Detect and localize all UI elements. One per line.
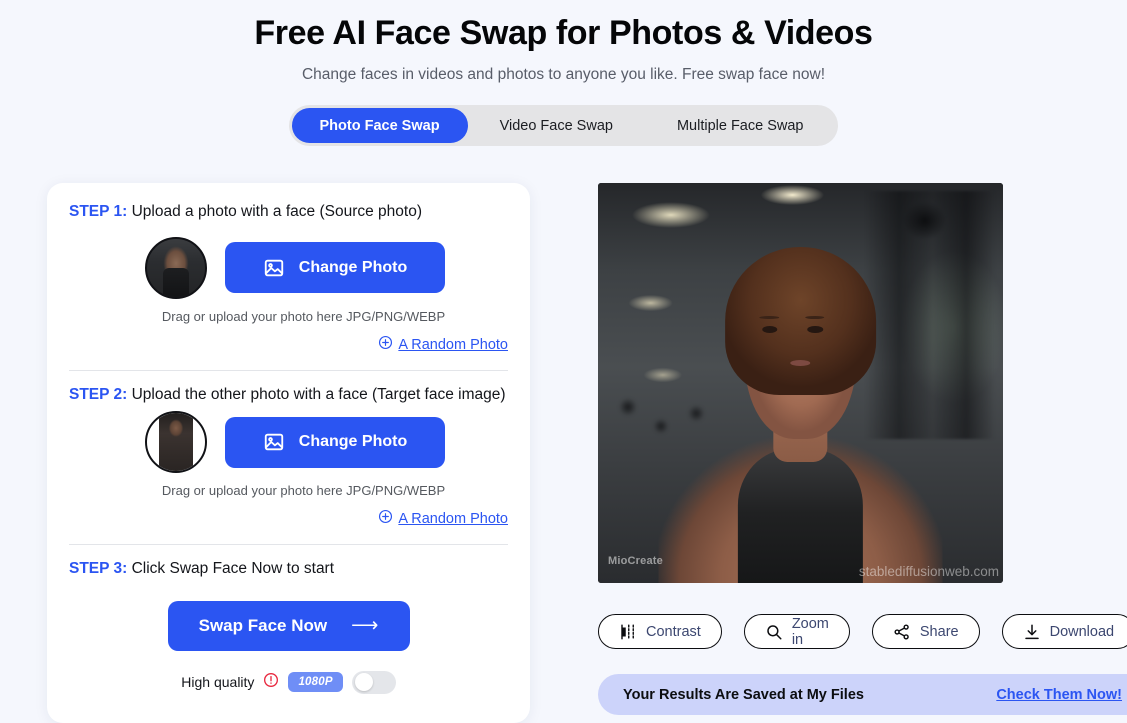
lips [790, 359, 811, 366]
steps-card: STEP 1: Upload a photo with a face (Sour… [47, 183, 530, 723]
step-3-text: Click Swap Face Now to start [127, 560, 335, 578]
person-figure [658, 247, 943, 583]
step-1-heading: STEP 1: Upload a photo with a face (Sour… [69, 202, 508, 223]
image-icon [263, 431, 285, 453]
main-content: STEP 1: Upload a photo with a face (Sour… [0, 183, 1127, 723]
face-swap-page: Free AI Face Swap for Photos & Videos Ch… [0, 0, 1127, 723]
plus-circle-icon [378, 509, 393, 529]
step-3-key: STEP 3: [69, 560, 128, 578]
results-saved-banner: Your Results Are Saved at My Files Check… [598, 674, 1127, 715]
step-2-key: STEP 2: [69, 385, 128, 403]
magnifier-icon [765, 623, 783, 641]
toggle-knob [354, 673, 373, 692]
contrast-label: Contrast [646, 623, 701, 640]
high-quality-label: High quality [181, 674, 255, 691]
high-quality-toggle[interactable] [351, 670, 396, 694]
left-column: STEP 1: Upload a photo with a face (Sour… [0, 183, 530, 723]
eye-right [807, 325, 823, 333]
step-2-random-photo-label: A Random Photo [398, 511, 508, 528]
change-source-photo-button[interactable]: Change Photo [225, 242, 445, 294]
change-source-photo-label: Change Photo [298, 258, 408, 276]
resolution-badge: 1080P [288, 672, 343, 693]
step-1-key: STEP 1: [69, 203, 128, 220]
divider-2 [69, 544, 508, 546]
zoom-in-button[interactable]: Zoom in [743, 614, 850, 649]
page-subtitle: Change faces in videos and photos to any… [301, 66, 826, 83]
eyebrow-right [804, 315, 825, 319]
tank-top [738, 448, 863, 583]
watermark-miocreate: MioCreate [608, 555, 663, 567]
step-1-hint: Drag or upload your photo here JPG/PNG/W… [161, 308, 446, 324]
divider-1 [69, 369, 508, 371]
warning-circle-icon[interactable] [263, 672, 279, 693]
tab-multiple-face-swap[interactable]: Multiple Face Swap [645, 108, 836, 143]
download-button[interactable]: Download [1001, 614, 1127, 649]
eyebrow-left [759, 315, 780, 319]
step-2-text: Upload the other photo with a face (Targ… [127, 385, 506, 403]
result-preview-image[interactable]: MioCreate stablediffusionweb.com [598, 183, 1003, 583]
swap-face-now-button[interactable]: Swap Face Now ⟶ [167, 600, 410, 651]
image-icon [263, 257, 285, 279]
step-2-heading: STEP 2: Upload the other photo with a fa… [69, 385, 508, 406]
share-label: Share [919, 623, 959, 640]
check-them-now-link[interactable]: Check Them Now! [996, 687, 1122, 703]
tab-video-face-swap[interactable]: Video Face Swap [468, 108, 645, 143]
step-1-text: Upload a photo with a face (Source photo… [127, 203, 422, 220]
contrast-icon [619, 623, 637, 641]
hair [725, 247, 876, 395]
results-saved-text: Your Results Are Saved at My Files [623, 686, 864, 703]
tab-bar: Photo Face Swap Video Face Swap Multiple… [288, 105, 839, 146]
target-photo-thumbnail[interactable] [145, 411, 207, 474]
change-target-photo-button[interactable]: Change Photo [225, 416, 445, 468]
share-icon [893, 623, 911, 641]
swap-face-now-label: Swap Face Now [198, 615, 328, 635]
swap-button-wrapper: Swap Face Now ⟶ [69, 600, 508, 651]
source-photo-thumbnail[interactable] [145, 236, 207, 299]
change-target-photo-label: Change Photo [298, 433, 408, 451]
download-label: Download [1049, 623, 1115, 640]
share-button[interactable]: Share [871, 614, 980, 649]
right-column: MioCreate stablediffusionweb.com Contras… [530, 183, 1127, 723]
contrast-button[interactable]: Contrast [598, 614, 722, 649]
step-1-random-photo-label: A Random Photo [398, 336, 508, 353]
tab-bar-wrapper: Photo Face Swap Video Face Swap Multiple… [0, 105, 1127, 146]
quality-row: High quality 1080P [69, 670, 508, 694]
eye-left [762, 325, 778, 333]
step-2-hint: Drag or upload your photo here JPG/PNG/W… [161, 483, 446, 499]
action-buttons-row: Contrast Zoom in Share Download [598, 614, 1127, 649]
watermark-stablediffusionweb: stablediffusionweb.com [858, 564, 999, 579]
step-2-upload-row: Change Photo [69, 411, 508, 474]
step-3-heading: STEP 3: Click Swap Face Now to start [69, 559, 508, 580]
arrow-right-icon: ⟶ [351, 615, 379, 637]
zoom-in-label: Zoom in [791, 615, 829, 648]
step-1-upload-row: Change Photo [69, 236, 508, 299]
step-2-random-photo-button[interactable]: A Random Photo [69, 509, 508, 529]
step-1-random-photo-button[interactable]: A Random Photo [69, 335, 508, 355]
download-icon [1023, 623, 1041, 641]
plus-circle-icon [378, 335, 393, 355]
tab-photo-face-swap[interactable]: Photo Face Swap [291, 108, 468, 143]
page-title: Free AI Face Swap for Photos & Videos [254, 14, 873, 52]
